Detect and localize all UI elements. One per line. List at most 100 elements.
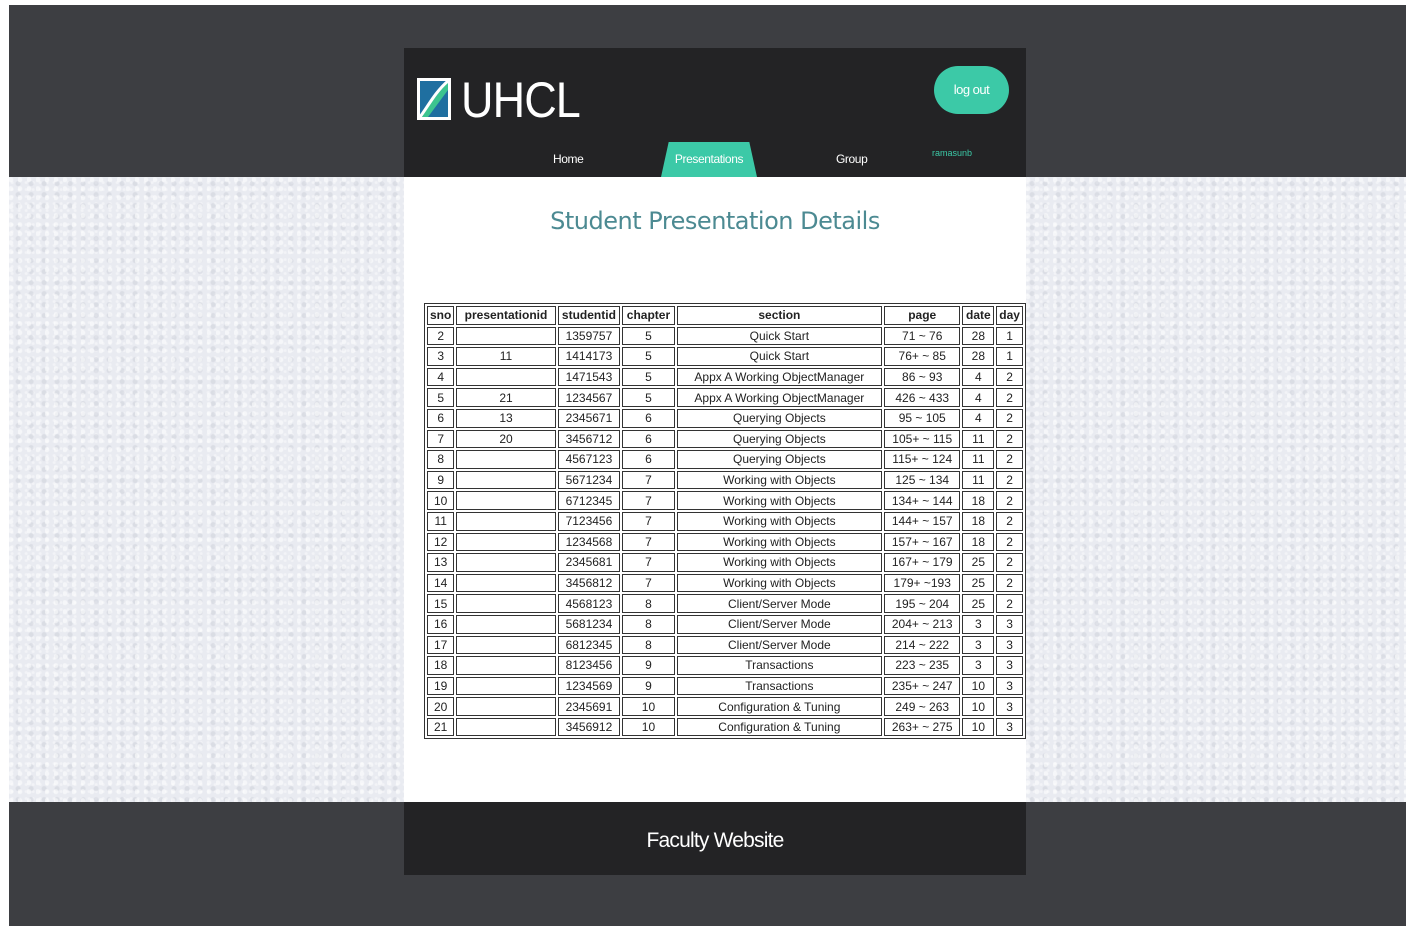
- cell-presentationid: [456, 635, 556, 655]
- cell-day: 2: [996, 573, 1023, 593]
- cell-presentationid: [456, 491, 556, 510]
- table-row: 3 11 1414173 5 Quick Start 76+ ~ 85 28 1: [427, 347, 1023, 366]
- table-row: 14 3456812 7 Working with Objects 179+ ~193 2…: [427, 573, 1023, 593]
- cell-section: Working with Objects: [676, 553, 882, 572]
- cell-day: 1: [996, 347, 1023, 366]
- cell-sno: 13: [427, 553, 455, 572]
- table-row: 16 5681234 8 Client/Server Mode 204+ ~ 213 3 3: [427, 614, 1023, 634]
- cell-section: Transactions: [676, 656, 882, 675]
- nav-group[interactable]: Group: [836, 152, 868, 166]
- cell-presentationid: [456, 470, 556, 490]
- column-header-day: day: [996, 306, 1023, 325]
- cell-page: 76+ ~ 85: [884, 347, 961, 366]
- table-row: 20 2345691 10 Configuration & Tuning 249 ~ 2…: [427, 697, 1023, 716]
- nav-home[interactable]: Home: [553, 152, 584, 166]
- cell-studentid: 6812345: [557, 635, 621, 655]
- cell-page: 157+ ~ 167: [884, 532, 961, 552]
- cell-chapter: 7: [622, 532, 675, 552]
- logout-button[interactable]: log out: [934, 66, 1009, 114]
- cell-section: Client/Server Mode: [676, 635, 882, 655]
- cell-day: 2: [996, 408, 1023, 428]
- cell-section: Querying Objects: [676, 429, 882, 449]
- cell-day: 3: [996, 635, 1023, 655]
- cell-studentid: 3456812: [557, 573, 621, 593]
- cell-day: 2: [996, 491, 1023, 510]
- cell-presentationid: [456, 573, 556, 593]
- cell-studentid: 5681234: [557, 614, 621, 634]
- cell-page: 105+ ~ 115: [884, 429, 961, 449]
- cell-chapter: 10: [622, 717, 675, 737]
- cell-studentid: 1471543: [557, 367, 621, 387]
- cell-day: 2: [996, 511, 1023, 531]
- cell-chapter: 9: [622, 656, 675, 675]
- cell-presentationid: [456, 717, 556, 737]
- cell-day: 2: [996, 388, 1023, 407]
- cell-presentationid: [456, 676, 556, 696]
- cell-page: 167+ ~ 179: [884, 553, 961, 572]
- column-header-presentationid: presentationid: [456, 306, 556, 325]
- cell-date: 10: [962, 676, 995, 696]
- cell-sno: 4: [427, 367, 455, 387]
- cell-sno: 6: [427, 408, 455, 428]
- table-row: 8 4567123 6 Querying Objects 115+ ~ 124 11 2: [427, 450, 1023, 469]
- cell-presentationid: [456, 367, 556, 387]
- username-label: ramasunb: [932, 148, 973, 158]
- cell-date: 11: [962, 450, 995, 469]
- site-logo-text[interactable]: UHCL: [461, 72, 581, 128]
- cell-day: 3: [996, 697, 1023, 716]
- column-header-chapter: chapter: [622, 306, 675, 325]
- cell-chapter: 6: [622, 408, 675, 428]
- table-row: 17 6812345 8 Client/Server Mode 214 ~ 222 3 3: [427, 635, 1023, 655]
- cell-studentid: 1234567: [557, 388, 621, 407]
- table-row: 19 1234569 9 Transactions 235+ ~ 247 10 3: [427, 676, 1023, 696]
- cell-date: 18: [962, 511, 995, 531]
- cell-day: 3: [996, 656, 1023, 675]
- cell-date: 11: [962, 429, 995, 449]
- cell-sno: 3: [427, 347, 455, 366]
- cell-page: 214 ~ 222: [884, 635, 961, 655]
- table-row: 11 7123456 7 Working with Objects 144+ ~ 157…: [427, 511, 1023, 531]
- cell-date: 10: [962, 697, 995, 716]
- cell-chapter: 7: [622, 511, 675, 531]
- cell-day: 2: [996, 594, 1023, 613]
- column-header-studentid: studentid: [557, 306, 621, 325]
- table-row: 6 13 2345671 6 Querying Objects 95 ~ 105 4 2: [427, 408, 1023, 428]
- cell-page: 86 ~ 93: [884, 367, 961, 387]
- column-header-sno: sno: [427, 306, 455, 325]
- cell-date: 28: [962, 326, 995, 346]
- uhcl-logo-icon[interactable]: [417, 78, 451, 120]
- cell-chapter: 8: [622, 635, 675, 655]
- cell-page: 195 ~ 204: [884, 594, 961, 613]
- cell-chapter: 9: [622, 676, 675, 696]
- column-header-section: section: [676, 306, 882, 325]
- cell-section: Quick Start: [676, 347, 882, 366]
- site-header: UHCL log out ramasunb Home Presentations…: [404, 48, 1026, 177]
- cell-presentationid: 11: [456, 347, 556, 366]
- cell-sno: 11: [427, 511, 455, 531]
- cell-presentationid: 20: [456, 429, 556, 449]
- cell-studentid: 2345681: [557, 553, 621, 572]
- cell-chapter: 5: [622, 367, 675, 387]
- cell-section: Configuration & Tuning: [676, 697, 882, 716]
- nav-presentations[interactable]: Presentations: [661, 142, 757, 177]
- cell-page: 144+ ~ 157: [884, 511, 961, 531]
- cell-sno: 8: [427, 450, 455, 469]
- cell-sno: 10: [427, 491, 455, 510]
- table-header-row: sno presentationid studentid chapter section…: [427, 306, 1023, 325]
- cell-presentationid: 13: [456, 408, 556, 428]
- cell-page: 223 ~ 235: [884, 656, 961, 675]
- cell-presentationid: [456, 614, 556, 634]
- cell-chapter: 6: [622, 450, 675, 469]
- presentation-table: sno presentationid studentid chapter section…: [424, 303, 1026, 740]
- cell-chapter: 8: [622, 614, 675, 634]
- cell-sno: 5: [427, 388, 455, 407]
- cell-sno: 18: [427, 656, 455, 675]
- cell-sno: 14: [427, 573, 455, 593]
- cell-date: 4: [962, 408, 995, 428]
- cell-day: 2: [996, 553, 1023, 572]
- table-row: 5 21 1234567 5 Appx A Working ObjectManager 4…: [427, 388, 1023, 407]
- cell-studentid: 3456712: [557, 429, 621, 449]
- cell-section: Working with Objects: [676, 491, 882, 510]
- cell-section: Working with Objects: [676, 470, 882, 490]
- cell-page: 125 ~ 134: [884, 470, 961, 490]
